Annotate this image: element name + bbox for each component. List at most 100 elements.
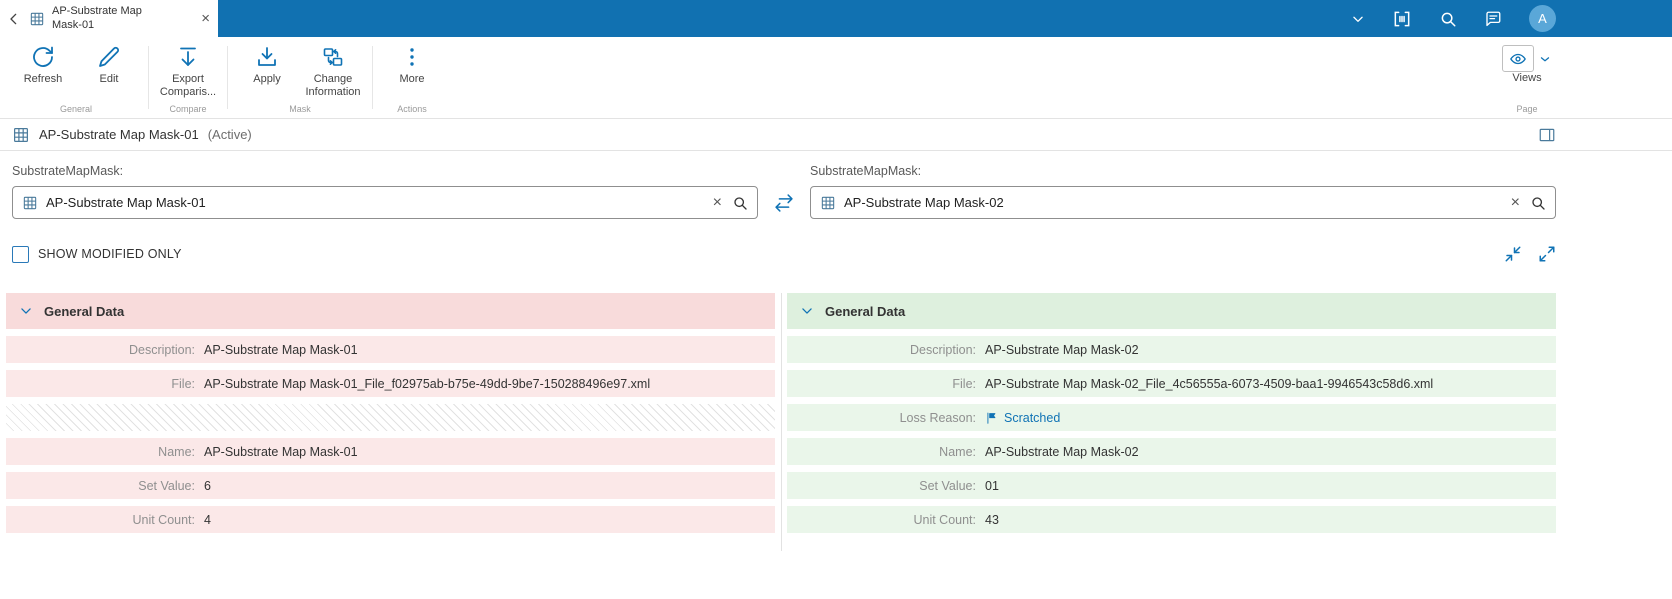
field-value: AP-Substrate Map Mask-01 — [204, 342, 358, 357]
clear-icon[interactable]: × — [1509, 194, 1522, 211]
more-button[interactable]: More — [379, 40, 445, 88]
ribbon-group-compare: Export Comparis... Compare — [151, 37, 225, 118]
feedback-icon[interactable] — [1484, 10, 1502, 28]
search-icon[interactable] — [1439, 10, 1457, 28]
field-label: Set Value: — [919, 478, 976, 493]
entity-title: AP-Substrate Map Mask-01 — [39, 127, 199, 142]
close-tab-icon[interactable]: × — [201, 11, 210, 26]
field-value: AP-Substrate Map Mask-01_File_f02975ab-b… — [204, 376, 651, 391]
views-dropdown-icon[interactable] — [1538, 52, 1552, 66]
flag-icon — [987, 412, 996, 424]
app: AP-Substrate Map Mask-01 × A Refresh Edi… — [0, 0, 1672, 551]
substrate-map-icon — [23, 196, 37, 209]
eye-icon — [1510, 53, 1526, 64]
ribbon-group-general: Refresh Edit General — [6, 37, 146, 118]
field-value: 01 — [985, 478, 999, 493]
chevron-down-icon[interactable] — [1351, 12, 1365, 26]
show-modified-checkbox[interactable] — [12, 245, 29, 263]
entity-header: AP-Substrate Map Mask-01 (Active) — [0, 119, 1672, 151]
section-title: General Data — [825, 303, 906, 319]
apply-icon — [258, 47, 276, 66]
field-label: Unit Count: — [132, 512, 195, 527]
field-value: Scratched — [1004, 410, 1061, 425]
substrate-map-icon — [14, 127, 28, 142]
field-row-name: Name: AP-Substrate Map Mask-01 — [6, 438, 775, 465]
field-row-name: Name: AP-Substrate Map Mask-02 — [787, 438, 1556, 465]
left-compare-panel: General Data Description: AP-Substrate M… — [6, 293, 775, 533]
side-panel-toggle-icon[interactable] — [1538, 126, 1556, 144]
change-information-button[interactable]: Change Information — [300, 40, 366, 100]
substrate-map-mask-lookup-right[interactable]: × — [810, 186, 1556, 219]
swap-icon — [775, 193, 793, 212]
field-value: 43 — [985, 512, 999, 527]
field-label: Set Value: — [138, 478, 195, 493]
field-row-set-value: Set Value: 01 — [787, 472, 1556, 499]
ribbon-toolbar: Refresh Edit General Export Comparis... — [0, 37, 1672, 119]
field-row-description: Description: AP-Substrate Map Mask-02 — [787, 336, 1556, 363]
expand-all-icon[interactable] — [1538, 245, 1556, 263]
ribbon-group-label: Mask — [289, 104, 311, 114]
export-icon — [180, 47, 196, 66]
chevron-down-icon — [21, 308, 31, 314]
avatar[interactable]: A — [1529, 5, 1556, 32]
compare-area: SubstrateMapMask: SubstrateMapMask: × × — [0, 151, 1672, 263]
field-label: Unit Count: — [913, 512, 976, 527]
field-row-loss-reason: Loss Reason: Scratched — [787, 404, 1556, 431]
field-value: 4 — [204, 512, 211, 527]
compare-options-row: SHOW MODIFIED ONLY — [12, 245, 1556, 263]
collapse-all-icon[interactable] — [1504, 245, 1522, 263]
clear-icon[interactable]: × — [711, 194, 724, 211]
ribbon-separator — [227, 46, 228, 109]
section-title: General Data — [44, 303, 125, 319]
scanner-icon[interactable] — [1392, 9, 1412, 29]
substrate-map-mask-lookup-left[interactable]: × — [12, 186, 758, 219]
entity-status: (Active) — [207, 127, 252, 142]
back-chevron-icon[interactable] — [6, 11, 22, 27]
entity-tab[interactable]: AP-Substrate Map Mask-01 × — [0, 0, 218, 37]
lookup-input-right[interactable] — [844, 195, 1501, 210]
ribbon-group-label: Page — [1516, 104, 1538, 114]
chevron-down-icon — [802, 308, 812, 314]
apply-button[interactable]: Apply — [234, 40, 300, 88]
ribbon-group-label: Compare — [169, 104, 207, 114]
more-icon — [410, 48, 414, 66]
ribbon-group-label: General — [59, 104, 93, 114]
topbar: AP-Substrate Map Mask-01 × A — [0, 0, 1672, 37]
ribbon-group-mask: Apply Change Information Mask — [230, 37, 370, 118]
field-label: Name: — [939, 444, 976, 459]
right-compare-panel: General Data Description: AP-Substrate M… — [787, 293, 1556, 533]
missing-field-row — [6, 404, 775, 431]
edit-icon — [99, 46, 119, 67]
lookup-input-left[interactable] — [46, 195, 703, 210]
ribbon-group-page: Views Page — [1498, 37, 1556, 118]
tab-title: AP-Substrate Map Mask-01 — [52, 4, 142, 31]
search-icon[interactable] — [732, 195, 748, 211]
field-label: Description: — [910, 342, 976, 357]
loss-reason-link[interactable]: Scratched — [985, 411, 1060, 425]
show-modified-only-toggle[interactable]: SHOW MODIFIED ONLY — [12, 245, 182, 263]
field-value: AP-Substrate Map Mask-02_File_4c56555a-6… — [985, 376, 1434, 391]
views-button[interactable] — [1502, 45, 1534, 72]
field-row-file: File: AP-Substrate Map Mask-01_File_f029… — [6, 370, 775, 397]
show-modified-label: SHOW MODIFIED ONLY — [38, 247, 182, 261]
field-label: File: — [171, 376, 195, 391]
left-field-label: SubstrateMapMask: — [12, 164, 124, 178]
section-header-general-data-left[interactable]: General Data — [6, 293, 775, 329]
field-label: File: — [952, 376, 976, 391]
export-comparison-button[interactable]: Export Comparis... — [155, 40, 221, 100]
edit-button[interactable]: Edit — [76, 40, 142, 88]
views-label: Views — [1512, 72, 1542, 84]
swap-compare-button[interactable] — [758, 193, 810, 213]
refresh-icon — [33, 46, 53, 67]
field-row-unit-count: Unit Count: 43 — [787, 506, 1556, 533]
ribbon-group-actions: More Actions — [375, 37, 449, 118]
field-row-description: Description: AP-Substrate Map Mask-01 — [6, 336, 775, 363]
ribbon-group-label: Actions — [397, 104, 427, 114]
refresh-button[interactable]: Refresh — [10, 40, 76, 88]
field-label: Description: — [129, 342, 195, 357]
field-value: AP-Substrate Map Mask-02 — [985, 444, 1139, 459]
comparison-panels: General Data Description: AP-Substrate M… — [6, 293, 1556, 551]
section-header-general-data-right[interactable]: General Data — [787, 293, 1556, 329]
search-icon[interactable] — [1530, 195, 1546, 211]
substrate-map-icon — [30, 12, 44, 25]
